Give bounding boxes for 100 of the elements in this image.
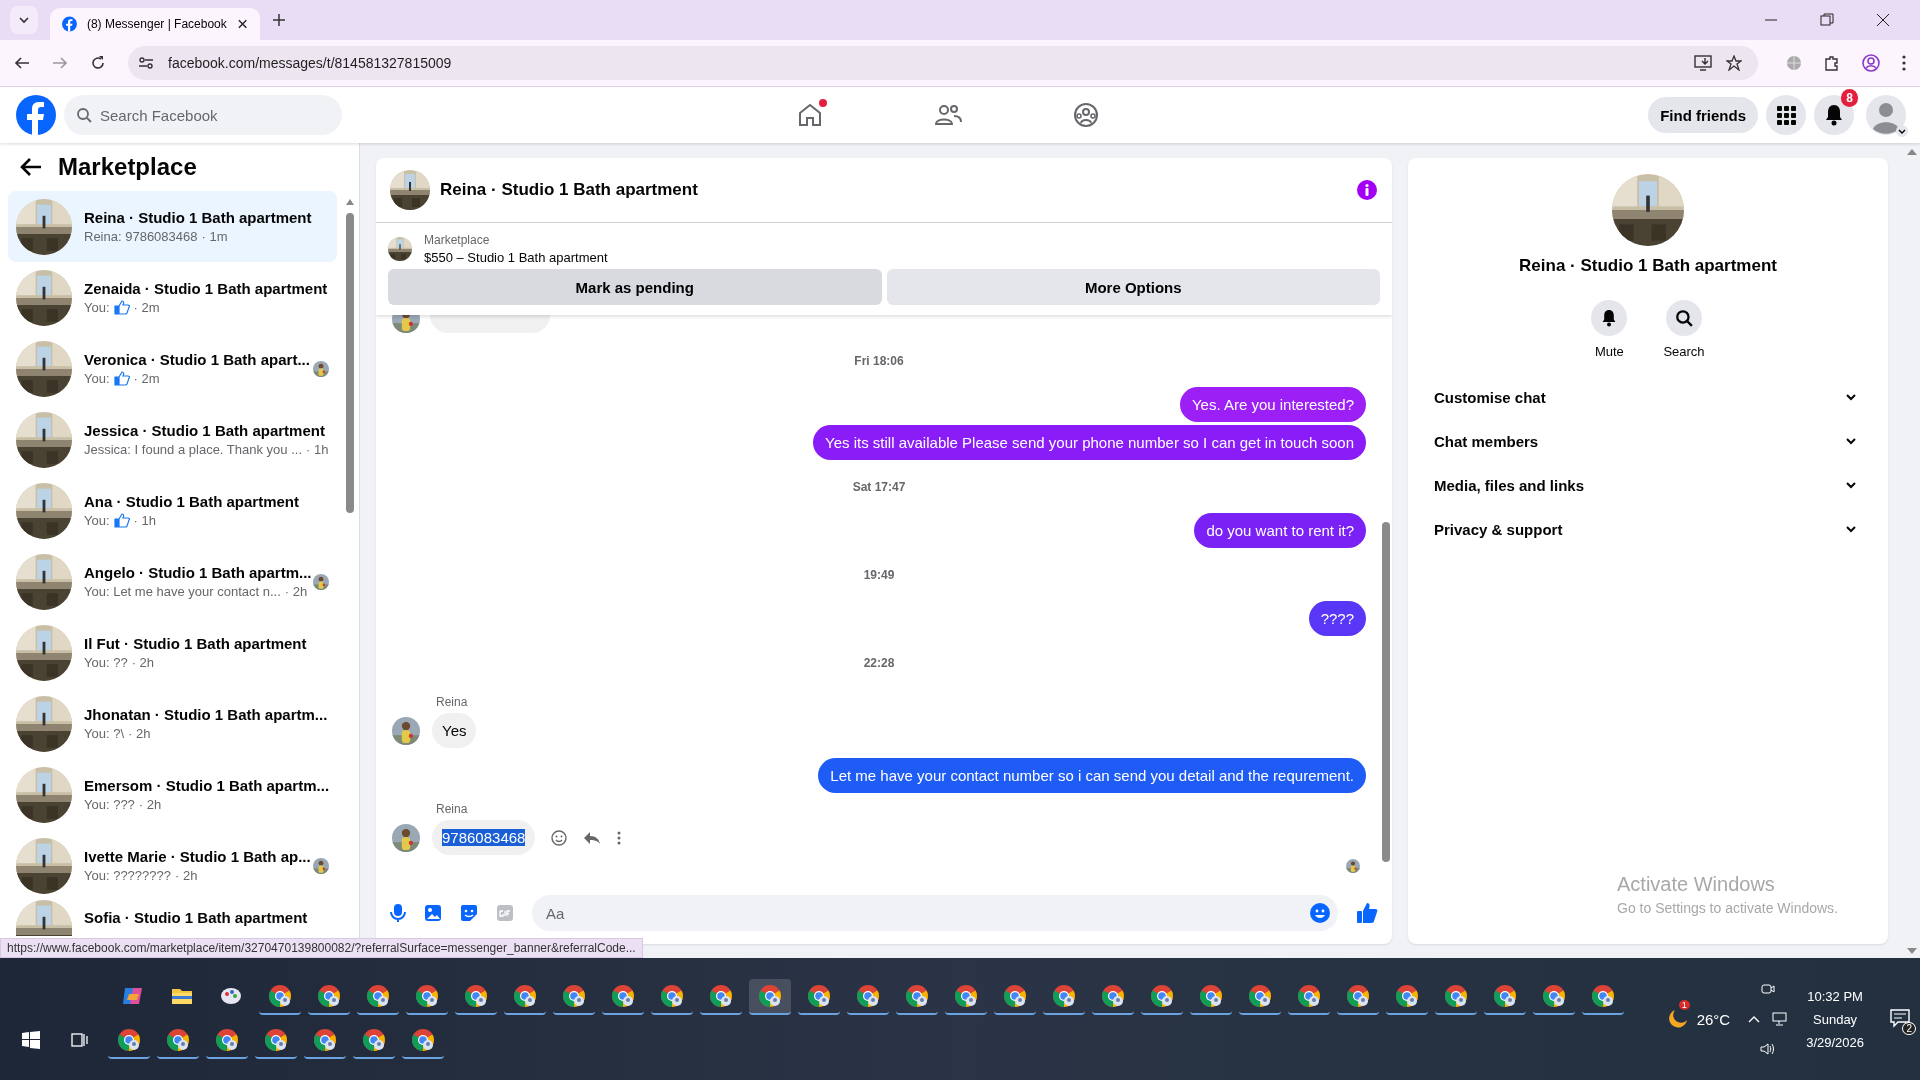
conversation-item[interactable]: Jessica · Studio 1 Bath apartment Jessica: I found a place. Thank you ... · 1h [8,404,337,475]
sent-message: do you want to rent it? [1194,513,1366,548]
message-time: · 1m [201,229,228,244]
emoji-icon[interactable] [1310,903,1330,923]
meet-now-icon[interactable] [1761,982,1776,996]
section-header[interactable]: Media, files and links [1428,463,1868,507]
speaker-icon[interactable] [1760,1042,1777,1056]
more-icon[interactable] [617,830,622,845]
profile-icon[interactable] [1862,54,1880,72]
restore-icon[interactable] [1820,13,1834,27]
home-icon[interactable] [797,102,823,128]
scroll-up-icon[interactable] [346,199,354,205]
listing-title[interactable]: $550 – Studio 1 Bath apartment [424,250,608,265]
conversation-item[interactable]: Ana · Studio 1 Bath apartment You: · 1h [8,475,337,546]
conversation-item[interactable]: Emersom · Studio 1 Bath apartm... You: ??? · 2h [8,759,337,830]
emoji-icon[interactable] [551,829,568,846]
message-time: · 2h [128,726,151,741]
more-icon[interactable] [1902,55,1906,71]
thumbs-up-icon[interactable] [1356,902,1378,924]
sent-message: Let me have your contact number so i can send you detail and the requrement. [818,758,1366,793]
close-icon[interactable] [236,18,248,30]
message-preview: You: ???????? [84,868,171,883]
clock[interactable]: 10:32 PM Sunday 3/29/2026 [1806,988,1864,1050]
listing-action-button[interactable]: More Options [886,269,1380,305]
section-header[interactable]: Customise chat [1428,375,1868,419]
sticker-icon[interactable] [460,904,478,922]
sender-name: Reina [436,695,469,709]
conversation-item[interactable]: Il Fut · Studio 1 Bath apartment You: ?? · 2h [8,617,337,688]
message-time: · 1h [133,513,156,528]
temperature[interactable]: 26°C [1696,1010,1731,1028]
conversation-item[interactable]: Zenaida · Studio 1 Bath apartment You: · 2m [8,262,337,333]
message-preview: You: ??? [84,797,135,812]
back-arrow-icon[interactable] [20,157,42,177]
activation-title: Activate Windows [1617,873,1776,896]
action-label: Search [1663,344,1705,359]
new-tab-icon[interactable] [272,13,286,27]
install-icon[interactable] [1694,55,1712,71]
message-preview: You: ?\ [84,726,124,741]
info-icon[interactable] [1356,179,1378,201]
moon-icon[interactable] [1666,1008,1689,1030]
message-preview: You: Let me have your contact n... [84,584,281,599]
sent-message: Yes. Are you interested? [1179,387,1366,422]
message-time: · 2h [284,584,308,599]
action-button[interactable] [1666,300,1702,336]
timestamp: 19:49 [863,567,895,584]
tab-list-button[interactable] [10,6,38,34]
section-header[interactable]: Privacy & support [1428,507,1868,551]
message-preview: You: [84,513,110,528]
extensions-icon[interactable] [1824,55,1840,71]
conversation-item[interactable]: Veronica · Studio 1 Bath apart... You: · 2m [8,333,337,404]
back-icon[interactable] [14,55,30,71]
chevron-up-icon[interactable] [1748,1015,1761,1023]
received-message: 9786083468 [432,820,536,855]
account-button[interactable] [1866,95,1906,135]
sidebar-title: Marketplace [58,153,197,181]
timestamp: Fri 18:06 [854,353,904,370]
notifications-button[interactable] [1814,95,1854,135]
scroll-up-icon[interactable] [1907,149,1917,155]
conversation-item[interactable]: Reina · Studio 1 Bath apartment Reina: 9786083468 · 1m [8,191,337,262]
sent-message: Yes its still available Please send your phone number so I can get in touch soon [813,425,1366,460]
action-button[interactable] [1591,300,1628,336]
message-field[interactable]: Aa [532,895,1338,931]
close-icon[interactable] [1876,13,1890,27]
search-icon [76,107,92,123]
forward-icon[interactable] [52,55,68,71]
scroll-down-icon[interactable] [1907,948,1917,954]
facebook-logo-icon[interactable] [16,95,56,135]
notification-badge: 2 [1902,1021,1916,1035]
search-icon [1675,309,1693,327]
message-time: · 1h [306,442,329,457]
network-icon[interactable] [1772,1012,1789,1026]
microphone-icon[interactable] [390,903,406,923]
friends-icon[interactable] [934,102,962,128]
menu-button[interactable] [1766,95,1806,135]
groups-icon[interactable] [1073,102,1099,128]
star-icon[interactable] [1726,55,1742,71]
reload-icon[interactable] [90,55,106,71]
chrome-icon[interactable] [749,979,791,1015]
find-friends-button[interactable]: Find friends [1648,97,1758,133]
message-preview: Reina: 9786083468 [84,229,198,244]
address-bar[interactable]: facebook.com/messages/t/814581327815009 [128,46,1758,80]
section-header[interactable]: Chat members [1428,419,1868,463]
message-preview: You: [84,300,110,315]
conversation-item[interactable]: Jhonatan · Studio 1 Bath apartm... You: ?\ · 2h [8,688,337,759]
chevron-down-icon [1846,393,1856,401]
reply-icon[interactable] [583,830,602,845]
listing-action-button[interactable]: Mark as pending [388,269,882,305]
site-settings-icon[interactable] [138,55,154,71]
conversation-item[interactable]: Ivette Marie · Studio 1 Bath ap... You: ???????? · 2h [8,830,337,901]
conversation-item[interactable]: Angelo · Studio 1 Bath apartm... You: Let me have your contact n... · 2h [8,546,337,617]
conversation-name: Reina · Studio 1 Bath apartment [1519,256,1777,276]
browser-tab[interactable]: (8) Messenger | Facebook [50,8,260,40]
bell-icon [1824,104,1844,126]
chevron-down-icon [1846,481,1856,489]
status-url: https://www.facebook.com/marketplace/item/3270470139800082/?referralSurface=messenger_banner&referralCode... [0,938,643,958]
message-time: · 2h [131,655,155,670]
message-time: · 2m [133,371,160,386]
image-icon[interactable] [424,904,442,922]
search-field[interactable]: Search Facebook [64,95,342,135]
timestamp: 22:28 [863,655,895,672]
